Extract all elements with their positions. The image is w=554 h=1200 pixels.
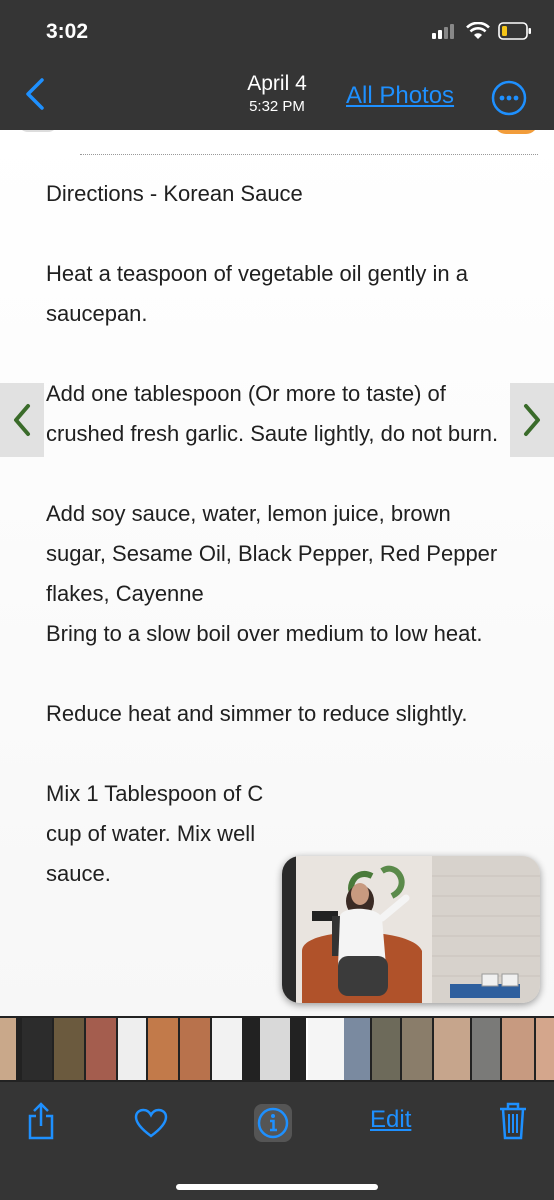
chevron-left-icon <box>14 404 30 436</box>
thumbnail[interactable] <box>372 1018 400 1080</box>
status-bar: 3:02 <box>0 0 554 62</box>
status-time: 3:02 <box>46 20 89 43</box>
thumbnail[interactable] <box>212 1018 242 1080</box>
thumbnail[interactable] <box>260 1018 290 1080</box>
share-icon[interactable] <box>26 1102 56 1140</box>
heart-icon[interactable] <box>134 1108 168 1138</box>
recipe-title: Directions - Korean Sauce <box>46 181 303 206</box>
all-photos-link[interactable]: All Photos <box>346 82 454 110</box>
photo-date-time: April 4 5:32 PM <box>200 72 354 115</box>
recipe-step: Reduce heat and simmer to reduce slightl… <box>46 701 468 726</box>
edit-button[interactable]: Edit <box>370 1106 411 1134</box>
recipe-step: Bring to a slow boil over medium to low … <box>46 621 483 646</box>
thumbnail-strip[interactable] <box>0 1016 554 1082</box>
decorative-shape <box>18 130 58 132</box>
trash-icon[interactable] <box>498 1102 528 1140</box>
thumbnail[interactable] <box>472 1018 500 1080</box>
bottom-toolbar: Edit <box>0 1082 554 1200</box>
thumbnail-selected[interactable] <box>306 1018 346 1080</box>
chevron-left-icon[interactable] <box>20 74 50 114</box>
photo-date: April 4 <box>247 72 307 95</box>
status-icons <box>432 22 532 40</box>
thumbnail[interactable] <box>86 1018 116 1080</box>
picture-in-picture-video[interactable] <box>282 856 540 1003</box>
thumbnail[interactable] <box>502 1018 534 1080</box>
chevron-right-icon <box>524 404 540 436</box>
home-indicator[interactable] <box>176 1184 378 1190</box>
thumbnail[interactable] <box>402 1018 432 1080</box>
recipe-step: Mix 1 Tablespoon of C <box>46 781 264 806</box>
previous-page-button[interactable] <box>0 383 44 457</box>
signal-icon <box>432 24 454 39</box>
info-icon[interactable] <box>254 1104 292 1142</box>
recipe-step: Add one tablespoon (Or more to taste) of… <box>46 381 499 446</box>
thumbnail[interactable] <box>118 1018 146 1080</box>
recipe-step: Add soy sauce, water, lemon juice, brown… <box>46 501 498 606</box>
next-page-button[interactable] <box>510 383 554 457</box>
thumbnail[interactable] <box>536 1018 554 1080</box>
decorative-shape <box>494 130 538 134</box>
recipe-text: Directions - Korean Sauce Heat a teaspoo… <box>46 174 506 894</box>
thumbnail[interactable] <box>180 1018 210 1080</box>
battery-icon <box>498 22 531 40</box>
thumbnail[interactable] <box>0 1018 16 1080</box>
photo-nav-bar: April 4 5:32 PM All Photos <box>0 62 554 130</box>
thumbnail[interactable] <box>344 1018 370 1080</box>
thumbnail[interactable] <box>54 1018 84 1080</box>
recipe-step: cup of water. Mix well <box>46 821 256 846</box>
thumbnail[interactable] <box>434 1018 470 1080</box>
thumbnail[interactable] <box>22 1018 52 1080</box>
video-frame <box>282 856 540 1003</box>
wifi-icon <box>466 22 490 39</box>
thumbnail[interactable] <box>148 1018 178 1080</box>
recipe-step: Heat a teaspoon of vegetable oil gently … <box>46 261 468 326</box>
divider <box>80 154 538 155</box>
photo-time: 5:32 PM <box>249 98 305 115</box>
ellipsis-circle-icon[interactable] <box>491 80 527 116</box>
